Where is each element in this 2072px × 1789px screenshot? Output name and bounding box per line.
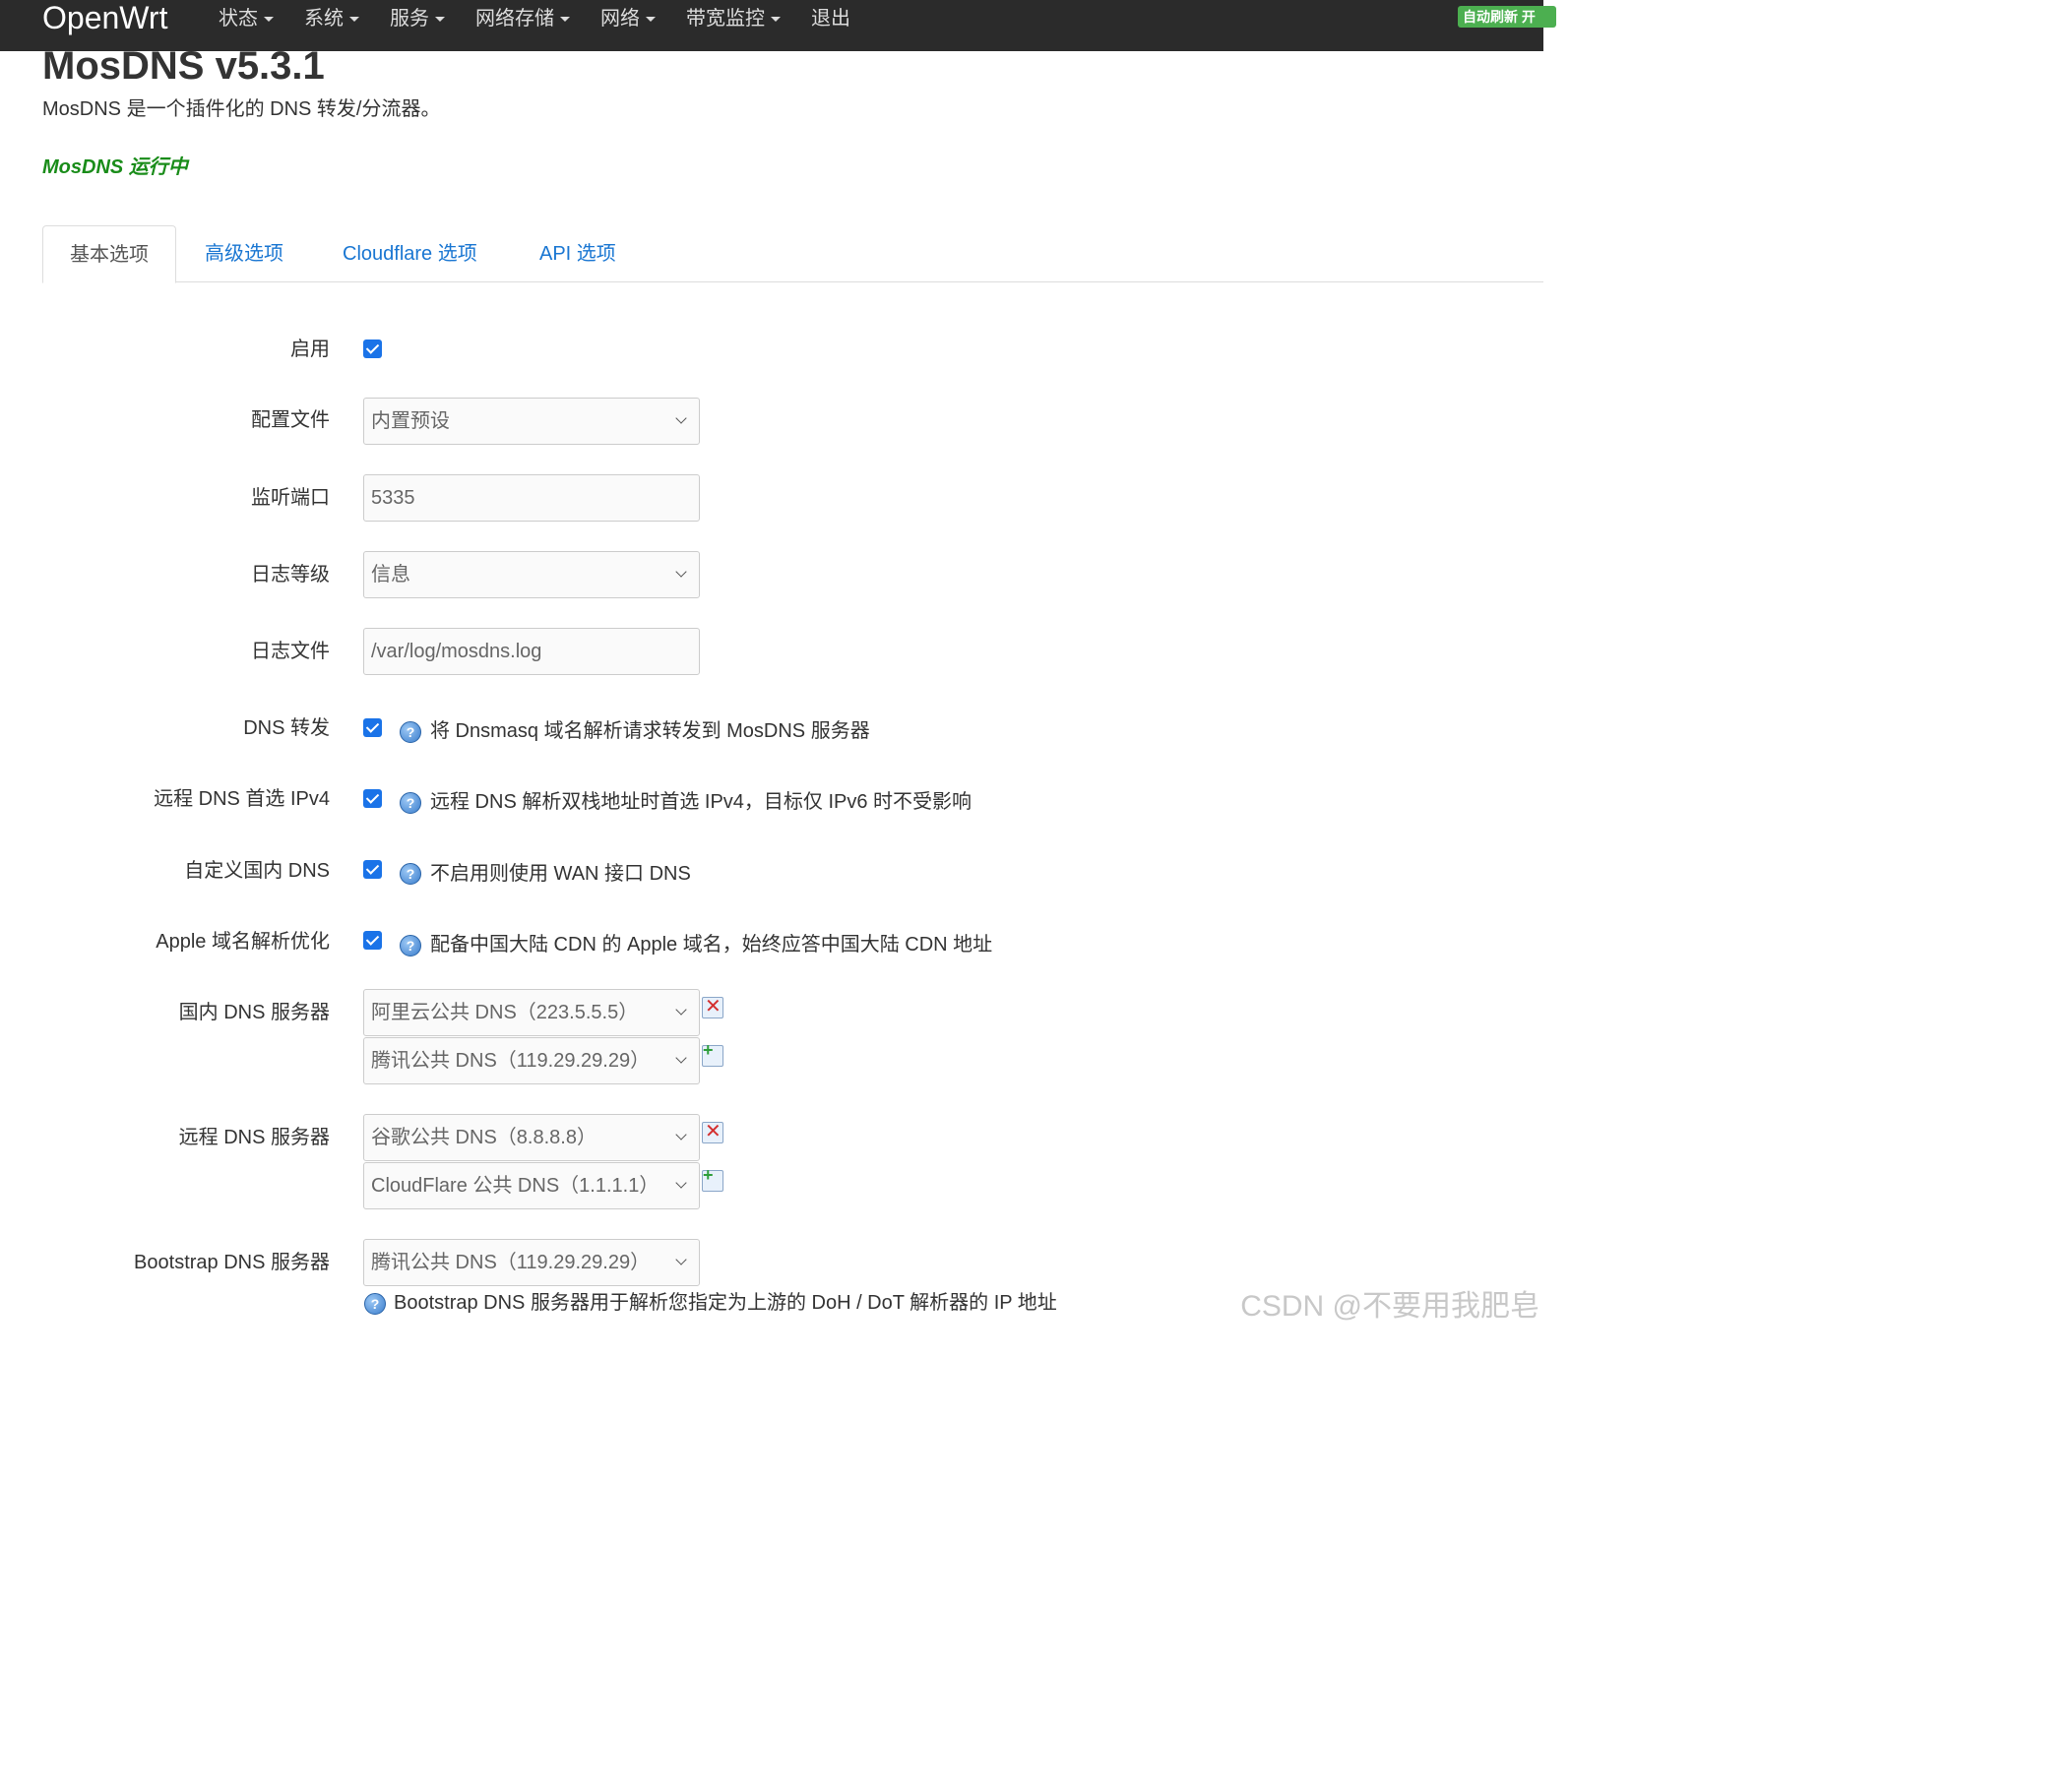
menu-services-label: 服务 [390, 8, 429, 30]
chevron-down-icon [771, 17, 781, 23]
menu-bandwidth[interactable]: 带宽监控 [686, 4, 781, 33]
chevron-down-icon [264, 17, 274, 23]
brand-logo[interactable]: OpenWrt [42, 0, 167, 37]
menu-status[interactable]: 状态 [219, 4, 274, 33]
config-file-label: 配置文件 [251, 409, 330, 431]
local-dns-label: 国内 DNS 服务器 [178, 1002, 330, 1023]
main-menu: 状态 系统 服务 网络存储 网络 带宽监控 退出 [219, 4, 881, 33]
bootstrap-dns-help: Bootstrap DNS 服务器用于解析您指定为上游的 DoH / DoT 解… [394, 1292, 1057, 1314]
listen-port-input[interactable]: 5335 [363, 474, 700, 522]
menu-network-label: 网络 [600, 8, 640, 30]
log-file-label: 日志文件 [251, 641, 330, 662]
apple-optimize-help: 配备中国大陆 CDN 的 Apple 域名，始终应答中国大陆 CDN 地址 [430, 934, 993, 956]
add-icon[interactable]: + [702, 1165, 723, 1192]
menu-system-label: 系统 [304, 8, 344, 30]
menu-system[interactable]: 系统 [304, 4, 359, 33]
settings-tabs: 基本选项 高级选项 Cloudflare 选项 API 选项 [42, 225, 1543, 283]
local-dns-select-1[interactable]: 阿里云公共 DNS（223.5.5.5） [363, 989, 700, 1036]
menu-network[interactable]: 网络 [600, 4, 656, 33]
help-icon: ? [400, 792, 421, 814]
menu-status-label: 状态 [219, 8, 258, 30]
chevron-down-icon [349, 17, 359, 23]
add-icon[interactable]: + [702, 1040, 723, 1067]
help-icon: ? [400, 863, 421, 885]
chevron-down-icon [646, 17, 656, 23]
apple-optimize-label: Apple 域名解析优化 [156, 931, 330, 953]
custom-local-dns-label: 自定义国内 DNS [184, 860, 330, 882]
tab-basic[interactable]: 基本选项 [42, 225, 176, 283]
remote-dns-label: 远程 DNS 服务器 [178, 1127, 330, 1148]
log-file-input[interactable]: /var/log/mosdns.log [363, 628, 700, 675]
bootstrap-dns-label: Bootstrap DNS 服务器 [134, 1252, 330, 1273]
chevron-down-icon [435, 17, 445, 23]
menu-logout[interactable]: 退出 [811, 4, 850, 33]
menu-services[interactable]: 服务 [390, 4, 445, 33]
help-icon: ? [364, 1293, 386, 1315]
local-dns-select-2[interactable]: 腾讯公共 DNS（119.29.29.29） [363, 1037, 700, 1084]
help-icon: ? [400, 935, 421, 956]
prefer-ipv4-help: 远程 DNS 解析双栈地址时首选 IPv4，目标仅 IPv6 时不受影响 [430, 791, 973, 813]
remote-dns-select-2[interactable]: CloudFlare 公共 DNS（1.1.1.1） [363, 1162, 700, 1209]
watermark: CSDN @不要用我肥皂 [1240, 1290, 1539, 1323]
bootstrap-dns-select[interactable]: 腾讯公共 DNS（119.29.29.29） [363, 1239, 700, 1286]
tab-cloudflare[interactable]: Cloudflare 选项 [343, 225, 477, 282]
page-title: MosDNS v5.3.1 [42, 44, 325, 88]
tab-api[interactable]: API 选项 [539, 225, 616, 282]
enable-label: 启用 [290, 339, 330, 360]
menu-bandwidth-label: 带宽监控 [686, 8, 765, 30]
page-description: MosDNS 是一个插件化的 DNS 转发/分流器。 [42, 98, 441, 120]
prefer-ipv4-checkbox[interactable] [363, 789, 382, 808]
dns-forward-label: DNS 转发 [243, 717, 330, 739]
tab-advanced[interactable]: 高级选项 [205, 225, 283, 282]
auto-refresh-badge[interactable]: 自动刷新 开 [1458, 6, 1556, 28]
service-status: MosDNS 运行中 [42, 156, 188, 178]
config-file-select[interactable]: 内置预设 [363, 398, 700, 445]
custom-local-dns-help: 不启用则使用 WAN 接口 DNS [430, 863, 691, 885]
remove-icon[interactable]: ✕ [702, 996, 723, 1018]
menu-logout-label: 退出 [811, 8, 850, 30]
custom-local-dns-checkbox[interactable] [363, 860, 382, 879]
enable-checkbox[interactable] [363, 339, 382, 358]
help-icon: ? [400, 721, 421, 743]
listen-port-label: 监听端口 [251, 487, 330, 509]
dns-forward-help: 将 Dnsmasq 域名解析请求转发到 MosDNS 服务器 [430, 720, 870, 742]
remove-icon[interactable]: ✕ [702, 1121, 723, 1143]
dns-forward-checkbox[interactable] [363, 718, 382, 737]
prefer-ipv4-label: 远程 DNS 首选 IPv4 [154, 788, 330, 810]
menu-nas-label: 网络存储 [475, 8, 554, 30]
log-level-select[interactable]: 信息 [363, 551, 700, 598]
chevron-down-icon [560, 17, 570, 23]
apple-optimize-checkbox[interactable] [363, 931, 382, 950]
menu-nas[interactable]: 网络存储 [475, 4, 570, 33]
remote-dns-select-1[interactable]: 谷歌公共 DNS（8.8.8.8） [363, 1114, 700, 1161]
log-level-label: 日志等级 [251, 564, 330, 586]
